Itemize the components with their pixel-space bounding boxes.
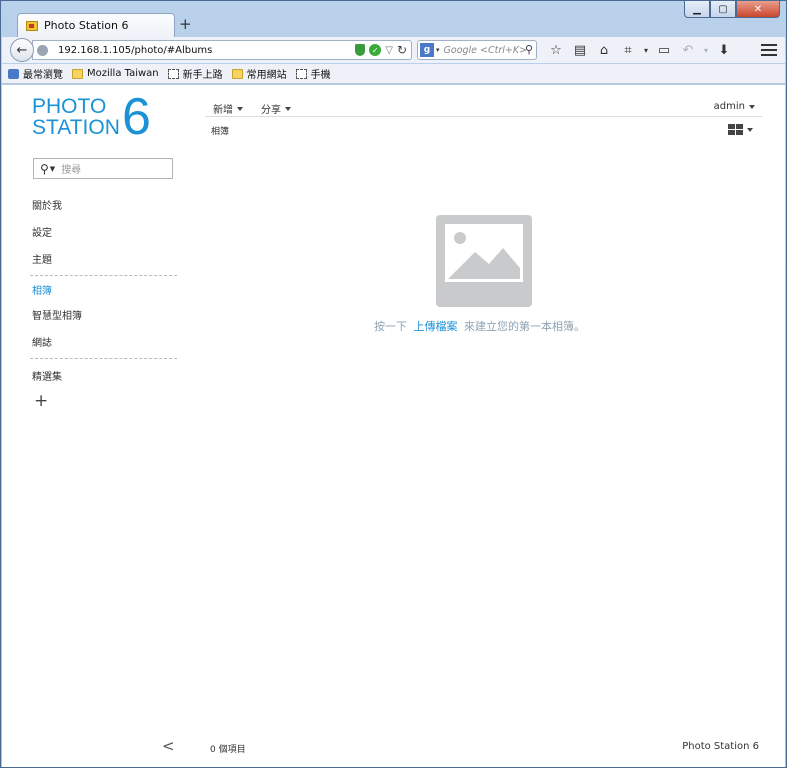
bookmark-item[interactable]: Mozilla Taiwan <box>72 68 159 79</box>
logo-line2: STATION <box>32 116 120 139</box>
upload-files-link[interactable]: 上傳檔案 <box>414 320 458 333</box>
dropdown-arrow-icon[interactable]: ▽ <box>385 45 393 56</box>
navigation-toolbar: 192.168.1.105/photo/#Albums ✓ ▽ ↻ ← g ▾ … <box>2 37 785 63</box>
folder-icon <box>72 68 83 79</box>
most-visited-icon <box>8 68 19 79</box>
web-search-input[interactable]: g ▾ Google <Ctrl+K> ⚲ <box>417 40 537 60</box>
tab-title: Photo Station 6 <box>44 19 129 32</box>
chevron-down-icon <box>285 106 291 111</box>
new-menu-button[interactable]: 新增 <box>213 101 243 116</box>
url-text: 192.168.1.105/photo/#Albums <box>58 44 213 56</box>
check-circle-icon[interactable]: ✓ <box>369 44 382 56</box>
photo-station-logo[interactable]: PHOTO STATION 6 <box>32 88 162 146</box>
bookmark-item[interactable]: 常用網站 <box>231 66 287 81</box>
bookmark-label: 最常瀏覽 <box>23 70 63 81</box>
sidebar-divider <box>30 275 177 276</box>
sidebar-item-smart-albums[interactable]: 智慧型相簿 <box>32 307 82 322</box>
chevron-down-icon <box>237 106 243 111</box>
bookmark-item[interactable]: 手機 <box>295 66 331 81</box>
photo-station-favicon-icon <box>26 20 38 31</box>
back-button[interactable]: ← <box>10 38 34 62</box>
url-bar[interactable]: 192.168.1.105/photo/#Albums ✓ ▽ ↻ <box>32 40 412 60</box>
header-divider <box>205 116 762 117</box>
share-menu-label: 分享 <box>261 105 281 116</box>
folder-icon <box>231 68 243 79</box>
bookmark-star-icon[interactable]: ☆ <box>544 41 568 59</box>
bookmark-label: 常用網站 <box>246 70 287 81</box>
shield-icon[interactable] <box>355 44 366 56</box>
user-name: admin <box>713 101 745 112</box>
reload-icon[interactable]: ↻ <box>397 43 407 57</box>
download-icon[interactable]: ⬇ <box>712 41 736 59</box>
browser-window: ▁ ▢ ✕ Photo Station 6 + 192.168.1.105/ph… <box>0 0 787 768</box>
search-options-chevron-down-icon[interactable]: ▼ <box>50 165 55 173</box>
chevron-down-icon <box>747 127 753 132</box>
bookmark-label: 新手上路 <box>182 70 223 81</box>
sidebar-search-placeholder: 搜尋 <box>61 165 82 176</box>
bookmarks-bar: 最常瀏覽 Mozilla Taiwan 新手上路 常用網站 手機 <box>2 64 785 84</box>
action-menu: 新增 分享 <box>213 101 291 116</box>
sidebar-divider <box>30 358 177 359</box>
crop-dropdown-icon[interactable]: ▾ <box>640 41 652 59</box>
bookmark-item[interactable]: 最常瀏覽 <box>8 66 63 81</box>
page-icon <box>167 68 179 79</box>
toolbar-icons: ☆ ▤ ⌂ ⌗ ▾ ▭ ↶ ▾ ⬇ <box>544 41 736 59</box>
page-content: PHOTO STATION 6 ⚲ ▼ 搜尋 關於我 設定 主題 相簿 智慧型相… <box>2 85 785 767</box>
new-menu-label: 新增 <box>213 105 233 116</box>
undo-dropdown-icon[interactable]: ▾ <box>700 41 712 59</box>
logo-version: 6 <box>122 88 151 146</box>
close-window-button[interactable]: ✕ <box>736 1 780 18</box>
window-controls: ▁ ▢ ✕ <box>684 1 780 18</box>
collapse-sidebar-chevron-left-icon[interactable]: < <box>162 737 175 755</box>
empty-suffix: 來建立您的第一本相簿。 <box>464 320 585 333</box>
sidebar-item-albums[interactable]: 相簿 <box>32 282 52 297</box>
web-search-placeholder: Google <Ctrl+K> <box>443 44 528 56</box>
item-count: 0 個項目 <box>210 745 246 755</box>
bookmark-item[interactable]: 新手上路 <box>167 66 223 81</box>
chat-icon[interactable]: ▭ <box>652 41 676 59</box>
engine-dropdown-icon[interactable]: ▾ <box>436 46 440 54</box>
maximize-button[interactable]: ▢ <box>710 1 736 18</box>
home-icon[interactable]: ⌂ <box>592 41 616 59</box>
sidebar-item-settings[interactable]: 設定 <box>32 224 52 239</box>
sidebar-item-about[interactable]: 關於我 <box>32 197 62 212</box>
back-arrow-icon: ← <box>16 42 28 58</box>
google-icon[interactable]: g <box>420 43 434 57</box>
share-menu-button[interactable]: 分享 <box>261 101 291 116</box>
sidebar-search-input[interactable]: ⚲ ▼ 搜尋 <box>33 158 173 179</box>
crop-icon[interactable]: ⌗ <box>616 41 640 59</box>
sidebar-item-collections[interactable]: 精選集 <box>32 368 62 383</box>
search-icon[interactable]: ⚲ <box>40 162 49 176</box>
bookmark-label: 手機 <box>310 70 331 81</box>
new-tab-button[interactable]: + <box>179 15 192 33</box>
add-collection-button[interactable]: + <box>34 391 48 411</box>
undo-icon[interactable]: ↶ <box>676 41 700 59</box>
globe-icon <box>37 44 48 56</box>
image-placeholder-icon <box>436 215 532 307</box>
footer-product-name: Photo Station 6 <box>682 741 759 752</box>
minimize-button[interactable]: ▁ <box>684 1 710 18</box>
empty-state-message: 按一下 上傳檔案 來建立您的第一本相簿。 <box>374 318 585 334</box>
bookmarks-menu-icon[interactable]: ▤ <box>568 41 592 59</box>
magnifier-icon[interactable]: ⚲ <box>525 43 533 56</box>
breadcrumb[interactable]: 相簿 <box>211 124 229 137</box>
grid-view-icon <box>728 124 743 135</box>
hamburger-menu-icon[interactable] <box>761 41 777 57</box>
page-icon <box>295 68 307 79</box>
chevron-down-icon <box>749 104 755 109</box>
view-mode-button[interactable] <box>728 124 753 135</box>
sidebar-item-blog[interactable]: 網誌 <box>32 334 52 349</box>
user-menu-button[interactable]: admin <box>714 101 755 112</box>
sidebar-item-themes[interactable]: 主題 <box>32 251 52 266</box>
bookmark-label: Mozilla Taiwan <box>87 68 159 79</box>
empty-prefix: 按一下 <box>374 320 407 333</box>
browser-tab[interactable]: Photo Station 6 <box>17 13 175 37</box>
